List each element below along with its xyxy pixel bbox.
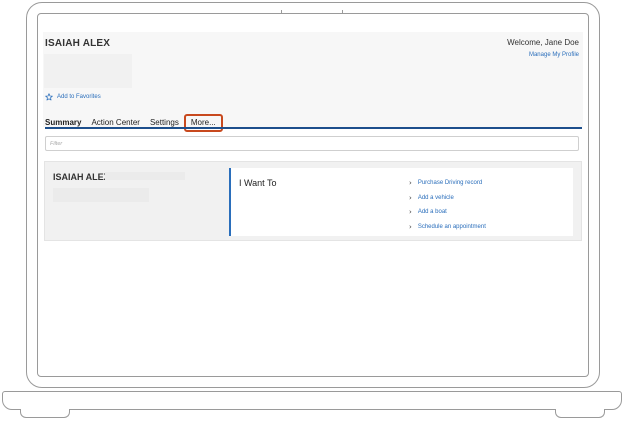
redacted-detail <box>105 172 185 180</box>
action-schedule-appointment[interactable]: › Schedule an appointment <box>409 220 486 235</box>
redacted-detail <box>53 188 149 202</box>
action-add-boat[interactable]: › Add a boat <box>409 205 486 220</box>
tab-underline-rule <box>45 127 582 129</box>
tab-more[interactable]: More... <box>183 114 223 132</box>
chevron-right-icon: › <box>409 222 412 231</box>
tab-bar: Summary Action Center Settings More... <box>45 114 223 132</box>
i-want-to-list: › Purchase Driving record › Add a vehicl… <box>409 176 486 234</box>
action-label: Add a vehicle <box>417 194 454 201</box>
laptop-base <box>2 391 622 410</box>
app-screen: ISAIAH ALEX Welcome, Jane Doe Manage My … <box>37 13 589 377</box>
chevron-right-icon: › <box>409 193 412 202</box>
add-to-favorites-link[interactable]: Add to Favorites <box>45 93 101 101</box>
i-want-to-title: I Want To <box>239 178 277 188</box>
action-label: Schedule an appointment <box>417 223 486 230</box>
chevron-right-icon: › <box>409 208 412 217</box>
laptop-foot-left <box>20 409 70 418</box>
summary-name: ISAIAH ALEX <box>53 172 110 182</box>
action-purchase-driving-record[interactable]: › Purchase Driving record <box>409 176 486 191</box>
filter-input[interactable] <box>45 136 579 151</box>
action-label: Purchase Driving record <box>417 180 483 187</box>
welcome-text: Welcome, Jane Doe <box>507 38 579 47</box>
star-outline-icon <box>45 93 53 101</box>
summary-panel: ISAIAH ALEX I Want To › Purchase Driving… <box>44 161 582 241</box>
action-label: Add a boat <box>417 209 447 216</box>
manage-profile-link[interactable]: Manage My Profile <box>529 52 579 58</box>
action-add-vehicle[interactable]: › Add a vehicle <box>409 191 486 206</box>
chevron-right-icon: › <box>409 179 412 188</box>
profile-details-placeholder <box>44 54 132 88</box>
page-title: ISAIAH ALEX <box>45 38 111 49</box>
laptop-foot-right <box>555 409 605 418</box>
favorites-label: Add to Favorites <box>57 94 101 100</box>
i-want-to-card: I Want To › Purchase Driving record › Ad… <box>229 168 573 236</box>
